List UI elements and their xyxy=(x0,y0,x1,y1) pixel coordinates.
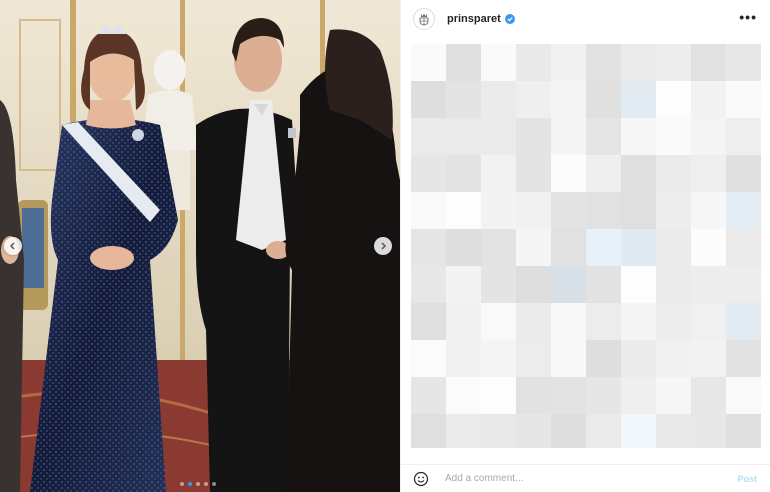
post-comment-button[interactable]: Post xyxy=(737,474,757,484)
chevron-left-icon xyxy=(9,242,15,250)
photo-illustration xyxy=(0,0,400,492)
post-header: prinsparet ••• xyxy=(401,0,770,38)
instagram-post: prinsparet ••• Post xyxy=(0,0,770,492)
crest-icon xyxy=(419,13,429,26)
pixelated-blur-mosaic xyxy=(411,44,761,448)
carousel-dot xyxy=(212,482,216,486)
carousel-dot xyxy=(180,482,184,486)
username-link[interactable]: prinsparet xyxy=(447,13,501,25)
previous-slide-button[interactable] xyxy=(4,237,22,255)
verified-badge-icon xyxy=(504,14,515,24)
next-slide-button[interactable] xyxy=(374,237,392,255)
carousel-indicator xyxy=(180,482,216,486)
chevron-right-icon xyxy=(381,242,387,250)
avatar[interactable] xyxy=(413,8,435,30)
comment-bar: Post xyxy=(401,464,770,492)
comment-input[interactable] xyxy=(445,473,705,484)
more-options-button[interactable]: ••• xyxy=(739,10,757,24)
post-photo[interactable] xyxy=(0,0,400,492)
carousel-dot xyxy=(204,482,208,486)
post-sidebar: prinsparet ••• Post xyxy=(400,0,770,492)
carousel-dot-active xyxy=(188,482,192,486)
blurred-caption-area xyxy=(411,44,761,448)
carousel-dot xyxy=(196,482,200,486)
emoji-icon[interactable] xyxy=(413,471,429,487)
